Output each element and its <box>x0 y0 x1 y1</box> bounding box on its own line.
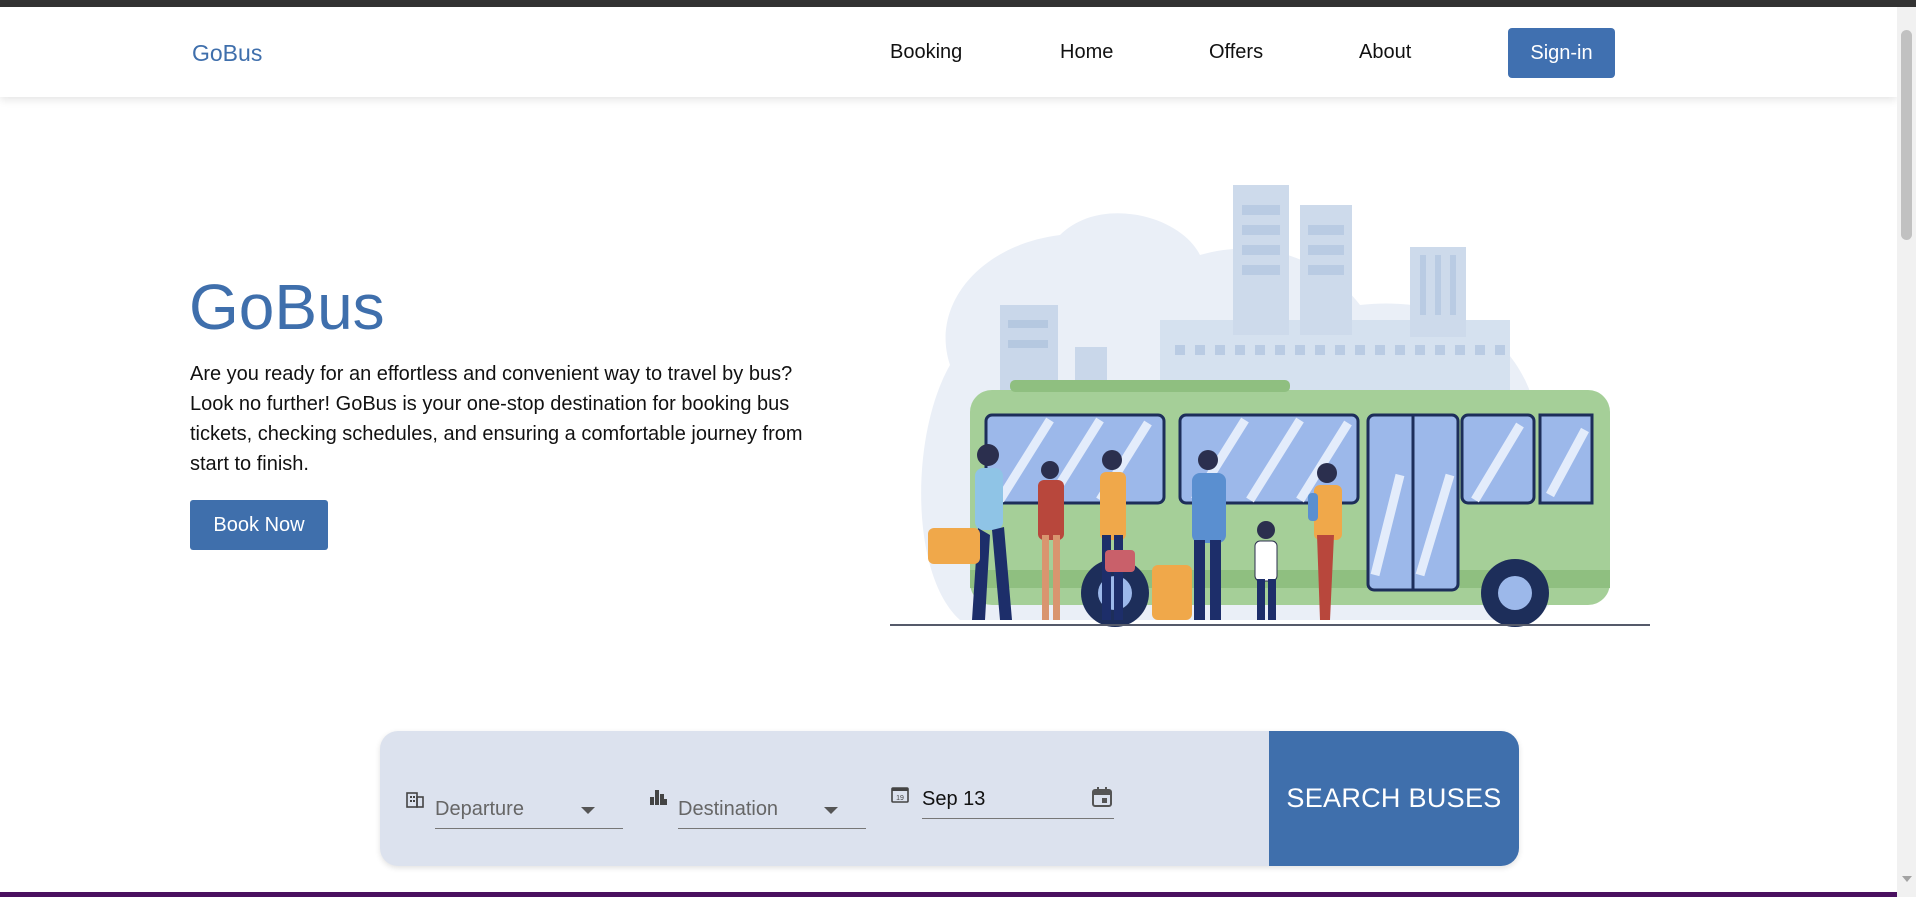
scroll-thumb[interactable] <box>1901 30 1912 240</box>
bus-illustration <box>890 185 1650 627</box>
book-now-button[interactable]: Book Now <box>190 500 328 550</box>
bottom-strip <box>0 892 1897 897</box>
destination-field[interactable]: Destination <box>648 731 866 866</box>
date-underline <box>922 818 1114 819</box>
chevron-down-icon <box>581 807 595 814</box>
date-field[interactable]: 19 Sep 13 <box>890 731 1120 866</box>
departure-field[interactable]: Departure <box>405 731 623 866</box>
departure-placeholder: Departure <box>435 798 524 820</box>
nav-link-home[interactable]: Home <box>1060 41 1113 64</box>
browser-top-strip <box>0 0 1916 7</box>
calendar-day-number: 19 <box>896 795 904 802</box>
destination-underline <box>678 828 866 829</box>
bus-search-panel: Departure Destination 19 Sep 13 SEARCH B… <box>380 731 1519 866</box>
nav-link-booking[interactable]: Booking <box>890 41 962 64</box>
brand-logo-link[interactable]: GoBus <box>192 40 262 67</box>
nav-link-offers[interactable]: Offers <box>1209 41 1263 64</box>
search-buses-button[interactable]: SEARCH BUSES <box>1269 731 1519 866</box>
chevron-down-icon <box>824 807 838 814</box>
hero-title: GoBus <box>189 271 385 343</box>
hero-description: Are you ready for an effortless and conv… <box>190 363 803 475</box>
calendar-day-icon: 19 <box>891 787 909 803</box>
nav-link-about[interactable]: About <box>1359 41 1411 64</box>
building-icon <box>406 792 424 808</box>
navbar: GoBus Booking Home Offers About Sign-in <box>0 7 1897 97</box>
city-icon <box>650 790 667 805</box>
departure-underline <box>435 828 623 829</box>
page-scrollbar[interactable] <box>1897 7 1916 897</box>
date-value: Sep 13 <box>922 788 986 810</box>
scroll-down-arrow-icon[interactable] <box>1902 876 1912 882</box>
calendar-picker-icon[interactable] <box>1090 785 1114 809</box>
signin-button[interactable]: Sign-in <box>1508 28 1615 78</box>
destination-placeholder: Destination <box>678 798 779 820</box>
